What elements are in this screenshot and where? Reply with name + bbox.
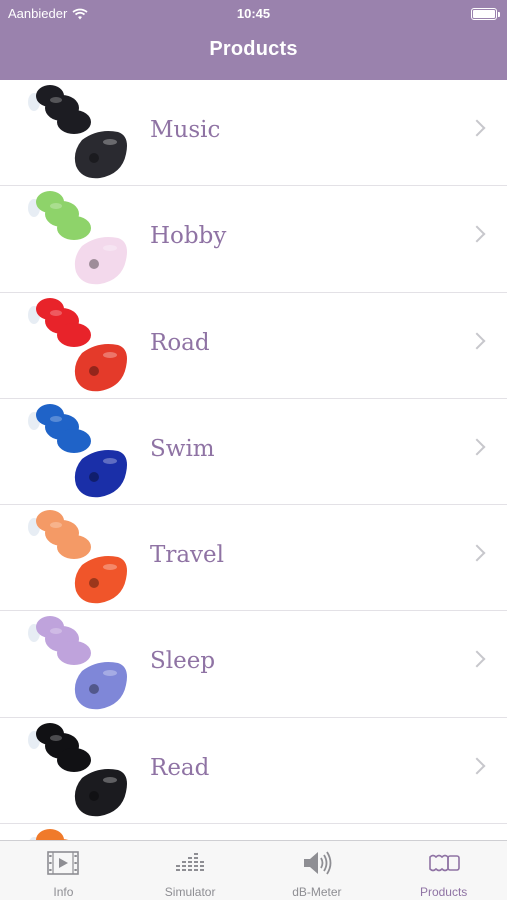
header: Aanbieder 10:45 Products — [0, 0, 507, 80]
product-label: Road — [150, 329, 210, 356]
tab-label: Info — [53, 885, 74, 899]
tab-simulator[interactable]: Simulator — [127, 841, 254, 900]
list-item-road[interactable]: Road — [0, 293, 507, 399]
list-item-sleep[interactable]: Sleep — [0, 611, 507, 718]
chevron-right-icon — [468, 544, 486, 562]
battery-icon — [471, 8, 500, 20]
status-time: 10:45 — [236, 6, 271, 21]
earplug-icon — [428, 854, 460, 872]
list-item-swim[interactable]: Swim — [0, 399, 507, 506]
chevron-right-icon — [468, 438, 486, 456]
tab-label: Simulator — [164, 885, 216, 899]
equalizer-icon — [176, 853, 205, 871]
product-label: Travel — [150, 542, 225, 569]
product-label: Sleep — [150, 648, 216, 675]
tab-label: dB-Meter — [292, 885, 342, 899]
page-title: Products — [209, 38, 298, 60]
earplug-image — [28, 722, 127, 817]
chevron-right-icon — [468, 650, 486, 668]
earplug-image — [29, 829, 69, 840]
chevron-right-icon — [468, 225, 486, 243]
tab-label: Products — [419, 885, 468, 899]
list-item-travel[interactable]: Travel — [0, 505, 507, 612]
chevron-right-icon — [468, 119, 486, 137]
product-label: Read — [150, 754, 210, 781]
earplug-image — [28, 510, 127, 604]
product-label: Music — [150, 117, 221, 143]
product-label: Swim — [150, 435, 215, 462]
earplug-image — [28, 297, 127, 391]
tab-products[interactable]: Products — [380, 841, 507, 900]
product-list[interactable]: Music Hobby Road Swim Travel Sleep Read — [0, 80, 507, 840]
chevron-right-icon — [468, 757, 486, 775]
status-bar: Aanbieder 10:45 — [0, 0, 507, 28]
list-item-partial[interactable] — [0, 824, 507, 840]
tab-db-meter[interactable]: dB-Meter — [254, 841, 381, 900]
earplug-image — [28, 191, 127, 285]
product-label: Hobby — [150, 223, 227, 250]
film-icon — [47, 851, 80, 875]
tab-bar: Info Simulator dB-Meter Products — [0, 840, 507, 900]
list-item-read[interactable]: Read — [0, 718, 507, 825]
list-item-hobby[interactable]: Hobby — [0, 186, 507, 293]
list-item-music[interactable]: Music — [0, 80, 507, 187]
earplug-image — [28, 85, 127, 179]
chevron-right-icon — [468, 332, 486, 350]
tab-info[interactable]: Info — [0, 841, 127, 900]
speaker-icon — [303, 851, 332, 875]
earplug-image — [28, 403, 127, 498]
earplug-image — [28, 616, 127, 710]
